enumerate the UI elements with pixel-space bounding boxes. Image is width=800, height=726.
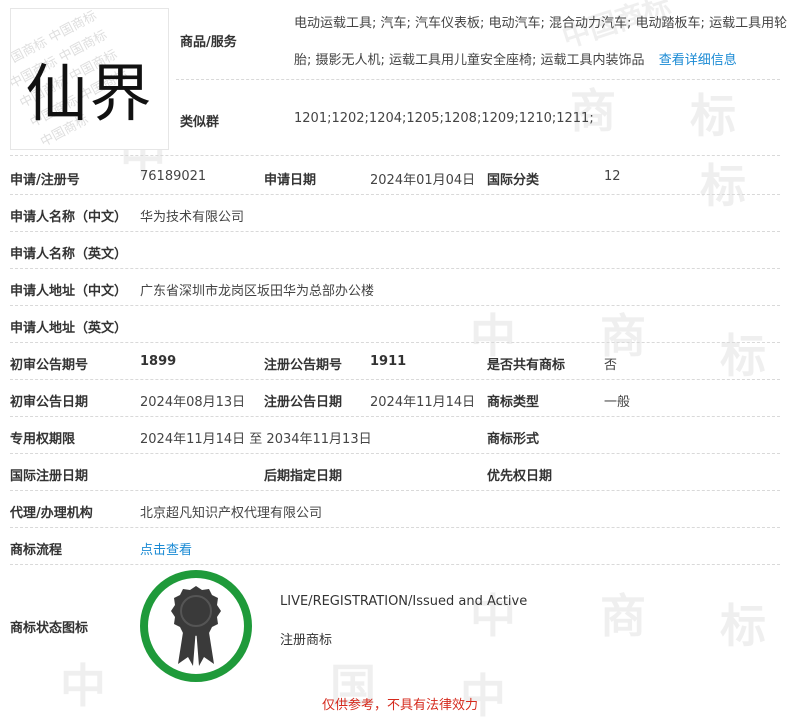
row-divider: [10, 342, 780, 343]
goods-value-line2: 胎; 摄影无人机; 运载工具用儿童安全座椅; 运载工具内装饰品 查看详细信息: [294, 49, 794, 68]
process-label: 商标流程: [10, 543, 63, 558]
similar-group-label: 类似群: [180, 115, 220, 130]
row-divider: [10, 155, 780, 156]
agent-label: 代理/办理机构: [10, 506, 93, 521]
applicant-en-label: 申请人名称（英文）: [10, 247, 128, 262]
goods-value-line1: 电动运载工具; 汽车; 汽车仪表板; 电动汽车; 混合动力汽车; 电动踏板车; …: [294, 16, 788, 31]
goods-label: 商品/服务: [180, 35, 237, 50]
intl-reg-date-label: 国际注册日期: [10, 469, 89, 484]
goods-value-line2-text: 胎; 摄影无人机; 运载工具用儿童安全座椅; 运载工具内装饰品: [294, 53, 645, 68]
agent-value: 北京超凡知识产权代理有限公司: [140, 506, 323, 521]
row-divider: [10, 564, 780, 565]
registration-status-badge-icon: [140, 570, 252, 682]
shared-mark-label: 是否共有商标: [487, 358, 566, 373]
prelim-pub-date-value: 2024年08月13日: [140, 395, 246, 410]
applicant-cn-label: 申请人名称（中文）: [10, 210, 128, 225]
watermark-text: 商: [570, 84, 616, 138]
disclaimer-text: 仅供参考，不具有法律效力: [321, 698, 478, 713]
prelim-pub-no-label: 初审公告期号: [10, 358, 89, 373]
row-divider: [10, 527, 780, 528]
status-en-text: LIVE/REGISTRATION/Issued and Active: [280, 594, 528, 609]
status-cn-text: 注册商标: [280, 633, 333, 648]
watermark-text: 标: [700, 159, 746, 213]
reg-pub-date-value: 2024年11月14日: [370, 395, 476, 410]
process-view-link[interactable]: 点击查看: [140, 539, 192, 558]
address-cn-label: 申请人地址（中文）: [10, 284, 128, 299]
trademark-text: 仙界: [25, 57, 154, 130]
row-divider: [176, 79, 780, 80]
prelim-pub-no-value: 1899: [140, 354, 177, 369]
row-divider: [10, 268, 780, 269]
row-divider: [10, 379, 780, 380]
view-detail-link[interactable]: 查看详细信息: [659, 53, 737, 68]
row-divider: [10, 231, 780, 232]
reg-pub-no-value: 1911: [370, 354, 407, 369]
priority-date-label: 优先权日期: [487, 469, 553, 484]
app-date-value: 2024年01月04日: [370, 173, 476, 188]
term-value: 2024年11月14日 至 2034年11月13日: [140, 432, 372, 447]
prelim-pub-date-label: 初审公告日期: [10, 395, 89, 410]
mark-type-label: 商标类型: [487, 395, 540, 410]
reg-pub-no-label: 注册公告期号: [264, 358, 343, 373]
reg-no-label: 申请/注册号: [10, 173, 80, 188]
address-en-label: 申请人地址（英文）: [10, 321, 128, 336]
reg-no-value: 76189021: [140, 169, 207, 184]
watermark-text: 标: [690, 89, 736, 143]
term-label: 专用权期限: [10, 432, 76, 447]
app-date-label: 申请日期: [264, 173, 317, 188]
row-divider: [10, 490, 780, 491]
watermark-text: 标: [720, 329, 766, 383]
reg-pub-date-label: 注册公告日期: [264, 395, 343, 410]
status-icon-label: 商标状态图标: [10, 621, 89, 636]
later-designation-date-label: 后期指定日期: [264, 469, 343, 484]
similar-group-value: 1201;1202;1204;1205;1208;1209;1210;1211;: [294, 111, 594, 126]
row-divider: [10, 305, 780, 306]
watermark-text: 标: [720, 599, 766, 653]
mark-type-value: 一般: [604, 395, 631, 410]
trademark-image: 中国商标 中国商标 中国商标 中国商标 中国商标 中国商标 中国商标 中国商标 …: [10, 8, 169, 150]
watermark-text: 中: [470, 589, 516, 643]
address-cn-value: 广东省深圳市龙岗区坂田华为总部办公楼: [140, 284, 375, 299]
intl-class-value: 12: [604, 169, 621, 184]
watermark-text: 商: [600, 589, 646, 643]
shared-mark-value: 否: [604, 358, 618, 373]
row-divider: [10, 453, 780, 454]
applicant-cn-value: 华为技术有限公司: [140, 210, 245, 225]
row-divider: [10, 416, 780, 417]
row-divider: [10, 194, 780, 195]
watermark-text: 中: [460, 669, 506, 723]
intl-class-label: 国际分类: [487, 173, 540, 188]
mark-form-label: 商标形式: [487, 432, 540, 447]
